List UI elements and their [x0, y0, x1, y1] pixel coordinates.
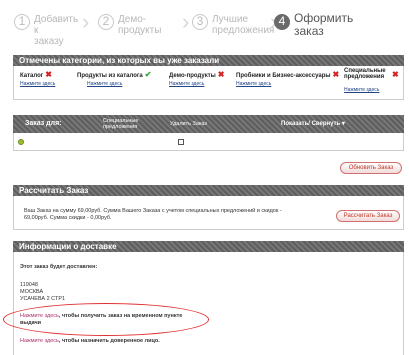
calc-panel: Ваш Заказ на сумму 69,00руб. Сумма Вашег… [13, 196, 404, 230]
calc-title: Рассчитать Заказ [19, 186, 89, 195]
calc-header: Рассчитать Заказ [13, 185, 404, 196]
address-line: 119048 [20, 282, 38, 288]
highlight-oval [3, 303, 209, 336]
order-total-line: 69,00руб. Сумма скидки - 0,00руб. [24, 215, 112, 221]
category-special-offers: Специальные предложения ✖ Нажмите здесь [344, 68, 399, 93]
show-collapse-label: Показать/ Свернуть [281, 121, 341, 127]
order-total-text: Ваш Заказ на сумму 69,00руб. Сумма Вашег… [24, 208, 334, 222]
show-collapse-toggle[interactable]: Показать/ Свернуть ▾ [281, 120, 345, 127]
order-total-line: Ваш Заказ на сумму 69,00руб. Сумма Вашег… [24, 208, 282, 214]
delivery-address: 119048 МОСКВА УСАЧЕВА 2 СТР1 [20, 282, 65, 303]
category-name: Демо-продукты [169, 73, 216, 79]
step-label: заказу [34, 36, 64, 47]
category-demo-products: Демо-продукты ✖ Нажмите здесь [169, 70, 225, 87]
special-offers-column: Специальные предложения [103, 118, 138, 130]
category-name: Каталог [20, 73, 44, 79]
step-label: Добавить к [34, 14, 79, 36]
chevron-right-icon: › [82, 9, 90, 34]
chevron-down-icon: ▾ [341, 121, 345, 127]
category-link[interactable]: Нажмите здесь [344, 87, 379, 93]
delivery-title: Информации о доставке [19, 242, 117, 251]
check-icon: ✔ [144, 70, 152, 79]
trusted-person-link[interactable]: Нажмите здесь [20, 338, 59, 344]
category-name: предложения [344, 74, 385, 80]
chevron-right-icon: › [182, 9, 190, 34]
checkout-steps: 1 Добавить к заказу › 2 Демо-продукты › … [14, 9, 404, 47]
calculate-order-button[interactable]: Рассчитать Заказ [336, 210, 400, 222]
order-for-column: Заказ для: [25, 120, 62, 127]
update-order-button[interactable]: Обновить Заказ [340, 162, 402, 174]
category-link[interactable]: Нажмите здесь [169, 81, 204, 87]
category-catalog: Каталог ✖ Нажмите здесь [20, 70, 55, 87]
step-label: Демо-продукты [118, 14, 162, 36]
category-name: Пробники и Бизнес-аксессуары [236, 73, 331, 79]
step-number: 3 [192, 14, 208, 30]
trusted-person-text: Нажмите здесь, чтобы назначить доверенно… [20, 338, 240, 345]
status-dot-icon [18, 139, 24, 145]
category-catalog-products: Продукты из каталога ✔ Нажмите здесь [77, 70, 152, 87]
step-number: 4 [274, 14, 290, 30]
step-number: 2 [98, 14, 114, 30]
special-offers-column-line: предложения [103, 124, 138, 130]
order-table-header: Заказ для: Специальные предложения Удали… [13, 115, 404, 133]
step-label: предложения [212, 25, 275, 36]
categories-header: Отмечены категории, из которых вы уже за… [13, 55, 404, 66]
categories-panel: Каталог ✖ Нажмите здесь Продукты из катал… [13, 66, 404, 100]
category-link[interactable]: Нажмите здесь [87, 81, 122, 87]
cross-icon: ✖ [392, 70, 399, 79]
step-label: Лучшие [212, 14, 249, 25]
category-link[interactable]: Нажмите здесь [20, 81, 55, 87]
step-label: заказ [294, 24, 324, 38]
category-name: Продукты из каталога [77, 73, 143, 79]
categories-title: Отмечены категории, из которых вы уже за… [19, 56, 220, 65]
category-samples: Пробники и Бизнес-аксессуары ✖ Нажмите зд… [236, 70, 340, 87]
delete-order-column: Удалить Заказ [170, 121, 207, 127]
cross-icon: ✖ [45, 70, 52, 79]
trusted-person-label: , чтобы назначить доверенное лицо. [58, 338, 160, 344]
category-link[interactable]: Нажмите здесь [236, 81, 271, 87]
order-row [13, 133, 404, 151]
cross-icon: ✖ [332, 70, 340, 79]
delete-order-checkbox[interactable] [178, 139, 184, 145]
step-number: 1 [14, 14, 30, 30]
delivery-header: Информации о доставке [13, 241, 404, 252]
address-line: МОСКВА [20, 289, 44, 295]
cross-icon: ✖ [217, 70, 225, 79]
address-line: УСАЧЕВА 2 СТР1 [20, 296, 66, 302]
delivery-subtitle: Этот заказ будет доставлен: [20, 264, 98, 270]
